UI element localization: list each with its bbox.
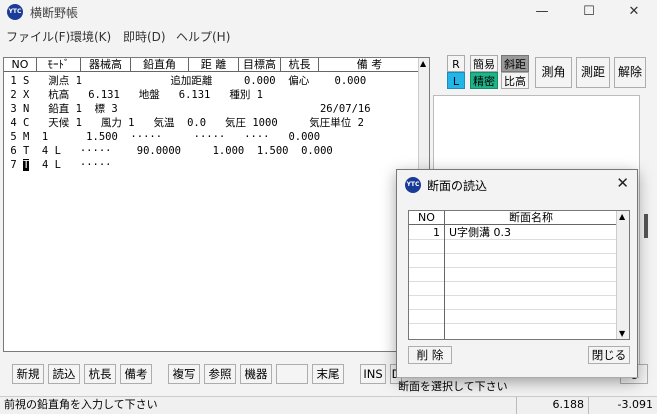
item-no: 1 bbox=[433, 226, 440, 239]
col-target-height: 目標高 bbox=[239, 58, 281, 72]
maximize-button[interactable]: ☐ bbox=[566, 0, 612, 24]
title-bar: YTC 横断野帳 — ☐ ✕ bbox=[0, 0, 657, 24]
col-vertical-angle: 鉛直角 bbox=[131, 58, 189, 72]
list-item[interactable]: 1 U字側溝 0.3 bbox=[409, 226, 617, 240]
status-value-1: 6.188 bbox=[516, 397, 588, 414]
status-bar: 前視の鉛直角を入力して下さい 6.188 -3.091 bbox=[0, 396, 657, 414]
blank-button[interactable] bbox=[276, 364, 308, 384]
table-row[interactable]: 6 T 4 L ····· 90.0000 1.000 1.500 0.000 bbox=[4, 144, 332, 158]
table-row[interactable]: 2 X 杭高 6.131 地盤 6.131 種別 1 bbox=[4, 88, 263, 102]
list-item[interactable] bbox=[409, 282, 617, 296]
end-button[interactable]: 末尾 bbox=[312, 364, 344, 384]
release-button[interactable]: 解除 bbox=[614, 57, 646, 88]
menu-file[interactable]: ファイル(F) bbox=[6, 28, 70, 45]
list-item[interactable] bbox=[409, 240, 617, 254]
table-row[interactable]: 7 T 4 L ····· bbox=[4, 158, 112, 172]
toggle-simple[interactable]: 簡易 bbox=[470, 55, 498, 72]
dialog-status-message: 断面を選択して下さい bbox=[398, 380, 508, 393]
section-list-scrollbar[interactable]: ▲ ▼ bbox=[616, 211, 629, 339]
status-value-2: -3.091 bbox=[588, 397, 657, 414]
list-item[interactable] bbox=[409, 310, 617, 324]
list-item[interactable] bbox=[409, 296, 617, 310]
menu-immediate[interactable]: 即時(D) bbox=[123, 28, 166, 45]
col-distance: 距 離 bbox=[189, 58, 239, 72]
section-list-header: NO 断面名称 bbox=[409, 211, 617, 225]
column-divider bbox=[444, 211, 445, 339]
device-button[interactable]: 機器 bbox=[240, 364, 272, 384]
scroll-up-arrow-icon[interactable]: ▲ bbox=[420, 59, 426, 68]
survey-data-table[interactable]: NO ﾓｰﾄﾞ 器械高 鉛直角 距 離 目標高 杭長 備 考 1 S 測点 1 … bbox=[3, 57, 430, 352]
menu-bar: ファイル(F) 環境(K) 即時(D) ヘルプ(H) bbox=[0, 24, 657, 46]
scroll-down-arrow-icon[interactable]: ▼ bbox=[619, 329, 625, 338]
menu-help[interactable]: ヘルプ(H) bbox=[176, 28, 230, 45]
measure-angle-button[interactable]: 測角 bbox=[535, 57, 572, 88]
toggle-precise[interactable]: 精密 bbox=[470, 72, 498, 89]
toggle-r[interactable]: R bbox=[447, 55, 465, 72]
close-dialog-button[interactable]: 閉じる bbox=[588, 346, 630, 364]
col-remarks: 備 考 bbox=[356, 58, 383, 71]
app-logo-icon: YTC bbox=[7, 4, 23, 20]
load-section-dialog: YTC 断面の読込 ✕ NO 断面名称 1 U字側溝 0.3 ▲ ▼ 削 除 閉… bbox=[396, 169, 639, 378]
col-mode: ﾓｰﾄﾞ bbox=[37, 58, 81, 72]
table-row[interactable]: 5 M 1 1.500 ····· ····· ···· 0.000 bbox=[4, 130, 320, 144]
table-header: NO ﾓｰﾄﾞ 器械高 鉛直角 距 離 目標高 杭長 備 考 bbox=[4, 58, 420, 72]
table-row[interactable]: 3 N 鉛直 1 標 3 26/07/16 bbox=[4, 102, 370, 116]
stake-length-button[interactable]: 杭長 bbox=[84, 364, 116, 384]
toggle-elevation-diff[interactable]: 比高 bbox=[501, 72, 529, 89]
list-item[interactable] bbox=[409, 254, 617, 268]
measure-distance-button[interactable]: 測距 bbox=[576, 57, 610, 88]
row-number: 7 bbox=[4, 159, 17, 171]
toggle-slope-distance[interactable]: 斜距 bbox=[501, 55, 529, 72]
dialog-logo-icon: YTC bbox=[405, 177, 421, 193]
insert-mode-button[interactable]: INS bbox=[360, 364, 386, 384]
list-item[interactable] bbox=[409, 268, 617, 282]
col-instrument-height: 器械高 bbox=[81, 58, 131, 72]
section-list[interactable]: NO 断面名称 1 U字側溝 0.3 ▲ ▼ bbox=[408, 210, 630, 340]
remarks-button[interactable]: 備考 bbox=[120, 364, 152, 384]
new-button[interactable]: 新規 bbox=[12, 364, 44, 384]
col-no: NO bbox=[418, 211, 435, 224]
row-rest: 4 L ····· bbox=[29, 159, 112, 171]
col-stake-length: 杭長 bbox=[281, 58, 319, 72]
window-title: 横断野帳 bbox=[30, 6, 79, 20]
delete-button[interactable]: 削 除 bbox=[408, 346, 452, 364]
reference-button[interactable]: 参照 bbox=[204, 364, 236, 384]
close-button[interactable]: ✕ bbox=[611, 0, 657, 24]
status-message: 前視の鉛直角を入力して下さい bbox=[4, 398, 158, 411]
load-button[interactable]: 読込 bbox=[48, 364, 80, 384]
table-row[interactable]: 1 S 測点 1 追加距離 0.000 偏心 0.000 bbox=[4, 74, 366, 88]
col-no: NO bbox=[4, 58, 37, 72]
dialog-title: 断面の読込 bbox=[427, 179, 488, 193]
item-name: U字側溝 0.3 bbox=[449, 226, 512, 239]
table-row[interactable]: 4 C 天候 1 風力 1 気温 0.0 気圧 1000 気圧単位 2 bbox=[4, 116, 364, 130]
copy-button[interactable]: 複写 bbox=[168, 364, 200, 384]
col-section-name: 断面名称 bbox=[509, 211, 553, 224]
scroll-up-arrow-icon[interactable]: ▲ bbox=[619, 212, 625, 221]
graphic-scroll-thumb[interactable] bbox=[644, 214, 648, 238]
toggle-l[interactable]: L bbox=[447, 72, 465, 89]
menu-environment[interactable]: 環境(K) bbox=[70, 28, 111, 45]
minimize-button[interactable]: — bbox=[519, 0, 565, 24]
dialog-close-button[interactable]: ✕ bbox=[616, 174, 629, 192]
